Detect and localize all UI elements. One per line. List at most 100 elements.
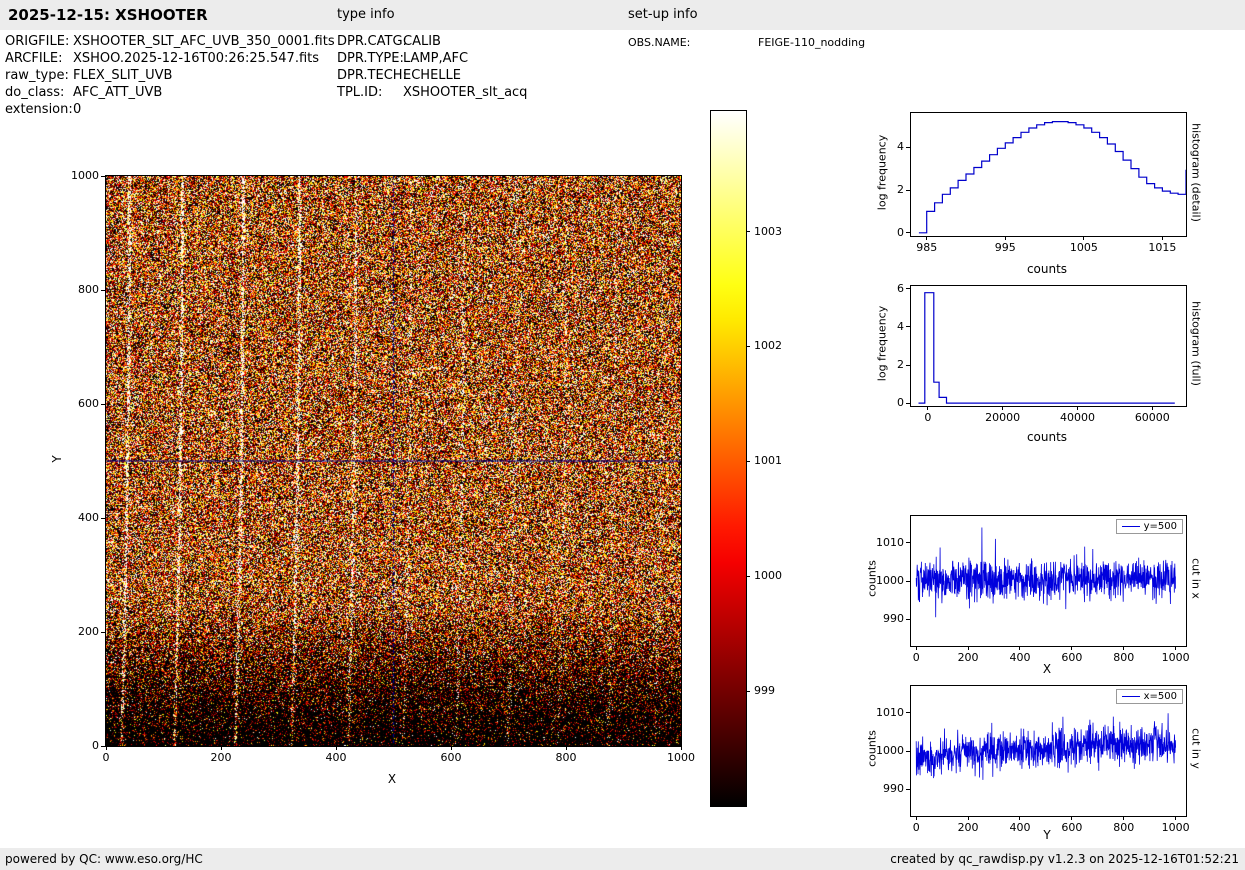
- y-tick-mark: [906, 619, 910, 620]
- x-tick-label: 1000: [651, 751, 711, 764]
- histogram-full-side-label: histogram (full): [1190, 284, 1203, 404]
- meta-value-dprtype: LAMP,AFC: [403, 51, 468, 66]
- x-tick-mark: [221, 746, 222, 750]
- meta-label-doclass: do_class:: [5, 85, 64, 100]
- histogram-full-xlabel: counts: [997, 430, 1097, 444]
- meta-value-doclass: AFC_ATT_UVB: [73, 85, 162, 100]
- meta-label-dprcatg: DPR.CATG:: [337, 34, 407, 49]
- y-tick-mark: [906, 232, 910, 233]
- y-tick-mark: [906, 288, 910, 289]
- x-tick-mark: [566, 746, 567, 750]
- x-tick-mark: [1019, 816, 1020, 820]
- legend-line-sample: [1122, 696, 1140, 697]
- y-tick-mark: [906, 326, 910, 327]
- y-tick-mark: [101, 632, 105, 633]
- histogram-detail-side-label: histogram (detail): [1190, 113, 1203, 233]
- cut-in-x-ylabel: counts: [866, 519, 879, 639]
- x-tick-mark: [927, 406, 928, 410]
- meta-label-dprtech: DPR.TECH:: [337, 68, 407, 83]
- x-tick-label: 1005: [1054, 241, 1114, 254]
- colorbar-tick-mark: [746, 231, 750, 232]
- y-tick-label: 400: [53, 511, 99, 524]
- meta-value-tplid: XSHOOTER_slt_acq: [403, 85, 527, 100]
- type-info-heading: type info: [337, 0, 395, 30]
- x-tick-label: 1000: [1146, 651, 1206, 664]
- x-tick-mark: [336, 746, 337, 750]
- x-tick-mark: [916, 816, 917, 820]
- x-tick-label: 60000: [1122, 411, 1182, 424]
- cut-in-y-plot: 0200400600800100099010001010x=500: [910, 685, 1187, 817]
- y-tick-mark: [906, 542, 910, 543]
- y-tick-label: 600: [53, 397, 99, 410]
- setup-info-heading: set-up info: [628, 0, 698, 30]
- cut-in-y-side-label: cut in y: [1190, 689, 1203, 809]
- y-tick-mark: [101, 746, 105, 747]
- cut-in-y-xlabel: Y: [997, 828, 1097, 842]
- cut-in-x-plot: 0200400600800100099010001010y=500: [910, 515, 1187, 647]
- page-title: 2025-12-15: XSHOOTER: [8, 0, 208, 30]
- qc-report-page: 2025-12-15: XSHOOTER type info set-up in…: [0, 0, 1245, 870]
- y-tick-mark: [906, 365, 910, 366]
- x-tick-mark: [1005, 236, 1006, 240]
- y-tick-label: 800: [53, 283, 99, 296]
- histogram-full-ylabel: log frequency: [876, 284, 889, 404]
- y-tick-label: 200: [53, 625, 99, 638]
- y-tick-mark: [101, 518, 105, 519]
- plot-legend: x=500: [1116, 689, 1183, 704]
- colorbar: 9991000100110021003: [710, 110, 747, 807]
- x-tick-label: 40000: [1047, 411, 1107, 424]
- x-tick-mark: [1077, 406, 1078, 410]
- histogram-full-plot: 02000040000600000246: [910, 285, 1187, 407]
- colorbar-tick-mark: [746, 346, 750, 347]
- colorbar-tick-label: 1001: [754, 454, 794, 467]
- colorbar-tick-label: 1003: [754, 225, 794, 238]
- y-tick-mark: [906, 403, 910, 404]
- meta-value-extension: 0: [73, 102, 81, 117]
- legend-label: y=500: [1144, 521, 1177, 532]
- x-tick-mark: [1123, 646, 1124, 650]
- y-tick-mark: [101, 290, 105, 291]
- meta-value-obsname: FEIGE-110_nodding: [758, 36, 865, 49]
- footer-left-text: powered by QC: www.eso.org/HC: [5, 848, 203, 870]
- x-tick-label: 400: [306, 751, 366, 764]
- meta-value-dprcatg: CALIB: [403, 34, 441, 49]
- meta-label-dprtype: DPR.TYPE:: [337, 51, 404, 66]
- detector-image-canvas: [106, 176, 681, 746]
- x-tick-mark: [1083, 236, 1084, 240]
- y-tick-label: 0: [53, 739, 99, 752]
- x-tick-label: 0: [898, 411, 958, 424]
- meta-label-rawtype: raw_type:: [5, 68, 69, 83]
- histogram-detail-xlabel: counts: [997, 262, 1097, 276]
- meta-label-arcfile: ARCFILE:: [5, 51, 63, 66]
- x-tick-label: 200: [191, 751, 251, 764]
- y-tick-mark: [906, 789, 910, 790]
- x-tick-mark: [1152, 406, 1153, 410]
- x-tick-mark: [1019, 646, 1020, 650]
- y-tick-label: 1000: [53, 169, 99, 182]
- y-tick-mark: [906, 581, 910, 582]
- x-tick-mark: [1071, 816, 1072, 820]
- colorbar-tick-label: 1000: [754, 569, 794, 582]
- meta-label-origfile: ORIGFILE:: [5, 34, 69, 49]
- main-plot-xlabel: X: [372, 772, 412, 786]
- main-plot-ylabel: Y: [50, 419, 64, 499]
- plot-legend: y=500: [1116, 519, 1183, 534]
- cut-in-x-side-label: cut in x: [1190, 519, 1203, 639]
- meta-label-tplid: TPL.ID:: [337, 85, 382, 100]
- x-tick-label: 1015: [1132, 241, 1192, 254]
- x-tick-mark: [451, 746, 452, 750]
- histogram (detail)-curve: [911, 113, 1186, 236]
- x-tick-label: 985: [897, 241, 957, 254]
- colorbar-tick-mark: [746, 461, 750, 462]
- histogram (full)-curve: [911, 286, 1186, 406]
- x-tick-mark: [681, 746, 682, 750]
- header-bar: 2025-12-15: XSHOOTER type info set-up in…: [0, 0, 1245, 30]
- histogram-detail-ylabel: log frequency: [876, 113, 889, 233]
- y-tick-mark: [101, 176, 105, 177]
- meta-value-rawtype: FLEX_SLIT_UVB: [73, 68, 172, 83]
- legend-line-sample: [1122, 526, 1140, 527]
- footer-bar: powered by QC: www.eso.org/HC created by…: [0, 848, 1245, 870]
- histogram-detail-plot: 98599510051015024: [910, 112, 1187, 237]
- x-tick-label: 800: [536, 751, 596, 764]
- y-tick-mark: [906, 147, 910, 148]
